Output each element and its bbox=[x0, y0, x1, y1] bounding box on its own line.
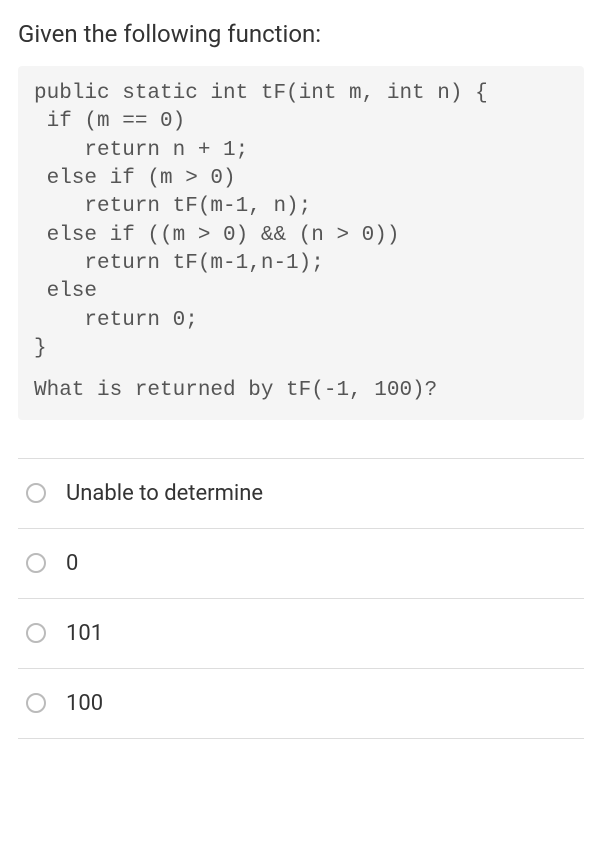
option-row[interactable]: Unable to determine bbox=[18, 459, 584, 529]
radio-icon bbox=[26, 553, 46, 573]
code-question: What is returned by tF(-1, 100)? bbox=[34, 377, 568, 405]
option-label: 101 bbox=[66, 621, 103, 646]
code-content: public static int tF(int m, int n) { if … bbox=[34, 82, 488, 360]
radio-icon bbox=[26, 623, 46, 643]
radio-icon bbox=[26, 483, 46, 503]
option-row[interactable]: 100 bbox=[18, 669, 584, 739]
option-label: 100 bbox=[66, 691, 103, 716]
code-block: public static int tF(int m, int n) { if … bbox=[18, 66, 584, 420]
options-list: Unable to determine 0 101 100 bbox=[18, 458, 584, 739]
option-label: 0 bbox=[66, 551, 78, 576]
option-label: Unable to determine bbox=[66, 481, 263, 506]
option-row[interactable]: 101 bbox=[18, 599, 584, 669]
radio-icon bbox=[26, 693, 46, 713]
option-row[interactable]: 0 bbox=[18, 529, 584, 599]
question-prompt: Given the following function: bbox=[18, 20, 584, 48]
